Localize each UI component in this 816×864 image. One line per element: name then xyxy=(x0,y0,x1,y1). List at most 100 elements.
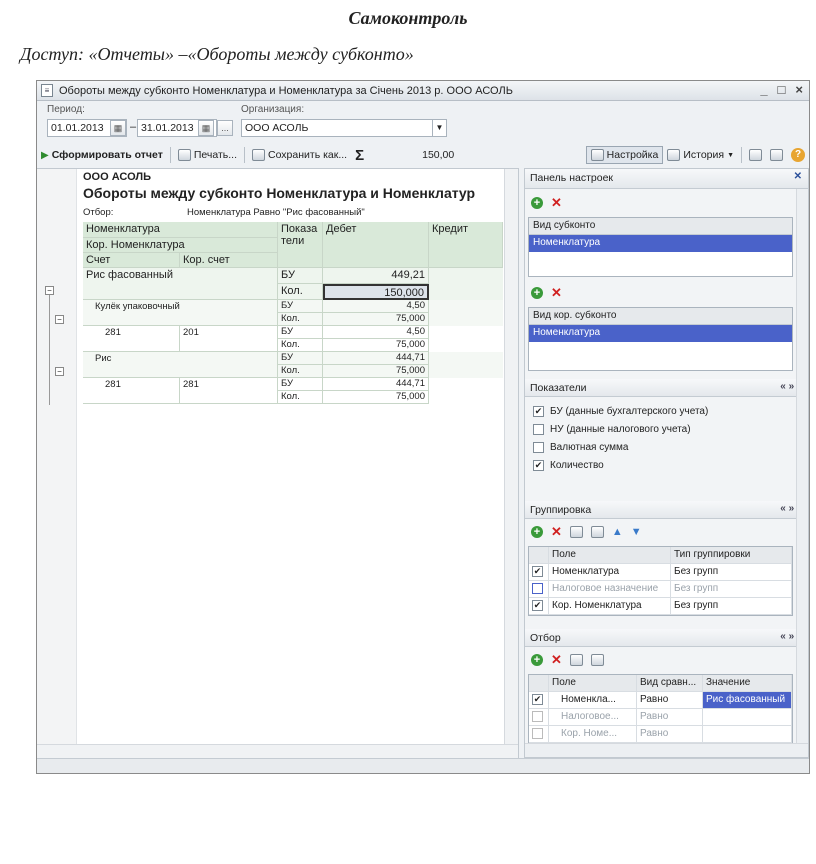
row-bu-val: 444,71 xyxy=(323,352,429,365)
close-button[interactable]: × xyxy=(795,82,803,97)
window-titlebar: ≡ Обороты между субконто Номенклатура и … xyxy=(37,81,809,101)
copy-icon[interactable] xyxy=(590,526,604,538)
row-pole: Номенклатура xyxy=(549,564,671,580)
pin-button[interactable] xyxy=(766,147,787,163)
delete-icon[interactable]: ✕ xyxy=(551,286,562,299)
check-quantity[interactable]: ✔ Количество xyxy=(533,460,604,471)
row-name: Кулёк упаковочный xyxy=(83,300,278,326)
row-kol-val-selected[interactable]: 150,000 xyxy=(323,284,429,300)
row-kor-schet: 201 xyxy=(180,326,278,352)
add-icon[interactable]: + xyxy=(531,526,543,538)
report-window: ≡ Обороты между субконто Номенклатура и … xyxy=(36,80,810,774)
sum-button[interactable]: Σ xyxy=(351,145,368,166)
delete-icon[interactable]: ✕ xyxy=(551,525,562,538)
add-icon[interactable]: + xyxy=(531,654,543,666)
close-panel-icon[interactable]: ✕ xyxy=(794,171,802,182)
calendar-icon[interactable]: ▦ xyxy=(110,120,126,136)
column-header: Значение xyxy=(703,675,792,691)
history-button[interactable]: История ▼ xyxy=(663,147,738,163)
period-select-button[interactable]: ... xyxy=(217,120,233,136)
group-margin xyxy=(37,169,77,745)
calendar-icon[interactable]: ▦ xyxy=(198,120,214,136)
window-title: Обороты между субконто Номенклатура и Но… xyxy=(59,84,513,97)
export-button[interactable] xyxy=(745,147,766,163)
header-pokaz: Показа тели xyxy=(278,222,323,268)
minimize-button[interactable]: _ xyxy=(760,82,767,97)
checkbox[interactable] xyxy=(533,442,544,453)
vid-subkonto-header: Вид субконто xyxy=(529,218,792,235)
gruppirovka-section: Группировка « » ▾ xyxy=(525,501,808,519)
check-bu[interactable]: ✔ БУ (данные бухгалтерского учета) xyxy=(533,406,708,417)
edit-icon[interactable] xyxy=(569,654,583,666)
checkbox[interactable] xyxy=(532,583,543,594)
row-kol-val: 75,000 xyxy=(323,313,429,326)
panel-title: Панель настроек xyxy=(530,172,614,184)
printer-icon xyxy=(177,149,191,161)
table-row[interactable]: ✔ Номенклатура Без групп xyxy=(529,564,792,581)
settings-button[interactable]: Настройка xyxy=(585,146,664,164)
row-tip: Без групп xyxy=(671,598,792,614)
arrow-up-icon[interactable]: ▲ xyxy=(612,526,623,538)
table-row[interactable]: Налоговое назначение Без групп xyxy=(529,581,792,598)
arrow-down-icon[interactable]: ▼ xyxy=(631,526,642,538)
maximize-button[interactable]: □ xyxy=(778,82,786,97)
chevron-down-icon[interactable]: ▼ xyxy=(432,120,446,136)
save-as-button[interactable]: Сохранить как... xyxy=(248,147,351,163)
collapse-icon[interactable]: − xyxy=(45,286,54,295)
checkbox[interactable] xyxy=(533,424,544,435)
pokazateli-title: Показатели xyxy=(530,382,587,394)
org-value: ООО АСОЛЬ xyxy=(245,122,309,134)
header-nom: Номенклатура xyxy=(83,222,278,238)
print-button[interactable]: Печать... xyxy=(174,147,241,163)
copy-icon[interactable] xyxy=(590,654,604,666)
row-bu-val: 4,50 xyxy=(323,300,429,313)
check-label: НУ (данные налогового учета) xyxy=(550,424,691,435)
otbor-section: Отбор « » ▾ xyxy=(525,629,808,647)
pin-icon xyxy=(770,149,783,161)
vid-subkonto-selected[interactable]: Номенклатура xyxy=(529,235,792,252)
horizontal-scrollbar[interactable] xyxy=(37,744,518,758)
table-row[interactable]: ✔ Кор. Номенклатура Без групп xyxy=(529,598,792,615)
check-currency[interactable]: Валютная сумма xyxy=(533,442,628,453)
delete-icon[interactable]: ✕ xyxy=(551,196,562,209)
checkbox[interactable]: ✔ xyxy=(532,600,543,611)
collapse-icon[interactable]: − xyxy=(55,315,64,324)
checkbox[interactable]: ✔ xyxy=(532,694,543,705)
row-pole: Кор. Номе... xyxy=(549,726,637,742)
vid-kor-selected[interactable]: Номенклатура xyxy=(529,325,792,342)
checkbox[interactable]: ✔ xyxy=(532,566,543,577)
checkbox[interactable] xyxy=(532,711,543,722)
row-bu: БУ xyxy=(278,300,323,313)
panel-h-scrollbar[interactable] xyxy=(525,743,808,757)
checkbox[interactable]: ✔ xyxy=(533,406,544,417)
checkbox[interactable] xyxy=(532,728,543,739)
vid-kor-list: Вид кор. субконто Номенклатура xyxy=(528,307,793,371)
add-icon[interactable]: + xyxy=(531,287,543,299)
delete-icon[interactable]: ✕ xyxy=(551,653,562,666)
check-label: Количество xyxy=(550,460,604,471)
panel-scrollbar[interactable] xyxy=(796,189,808,745)
edit-icon[interactable] xyxy=(569,526,583,538)
collapse-icon[interactable]: − xyxy=(55,367,64,376)
table-row[interactable]: Налоговое... Равно xyxy=(529,709,792,726)
gruppirovka-title: Группировка xyxy=(530,504,592,516)
table-row[interactable]: Кор. Номе... Равно xyxy=(529,726,792,743)
report-title: Обороты между субконто Номенклатура и Но… xyxy=(83,185,476,201)
row-kol: Кол. xyxy=(278,391,323,404)
org-select[interactable]: ООО АСОЛЬ ▼ xyxy=(241,119,447,137)
check-label: БУ (данные бухгалтерского учета) xyxy=(550,406,709,417)
generate-report-button[interactable]: ▶ Сформировать отчет xyxy=(37,147,167,163)
table-row[interactable]: ✔ Номенкла... Равно Рис фасованный xyxy=(529,692,792,709)
column-header: Поле xyxy=(549,675,637,691)
otbor-title: Отбор xyxy=(530,632,561,644)
checkbox[interactable]: ✔ xyxy=(533,460,544,471)
row-znach[interactable]: Рис фасованный xyxy=(703,692,792,708)
vertical-scrollbar[interactable] xyxy=(504,169,518,758)
check-label: Валютная сумма xyxy=(550,442,629,453)
help-button[interactable]: ? xyxy=(787,146,809,164)
row-kol-val: 75,000 xyxy=(323,339,429,352)
check-nu[interactable]: НУ (данные налогового учета) xyxy=(533,424,691,435)
header-kor-nom: Кор. Номенклатура xyxy=(83,238,278,253)
add-icon[interactable]: + xyxy=(531,197,543,209)
header-debet: Дебет xyxy=(323,222,429,268)
